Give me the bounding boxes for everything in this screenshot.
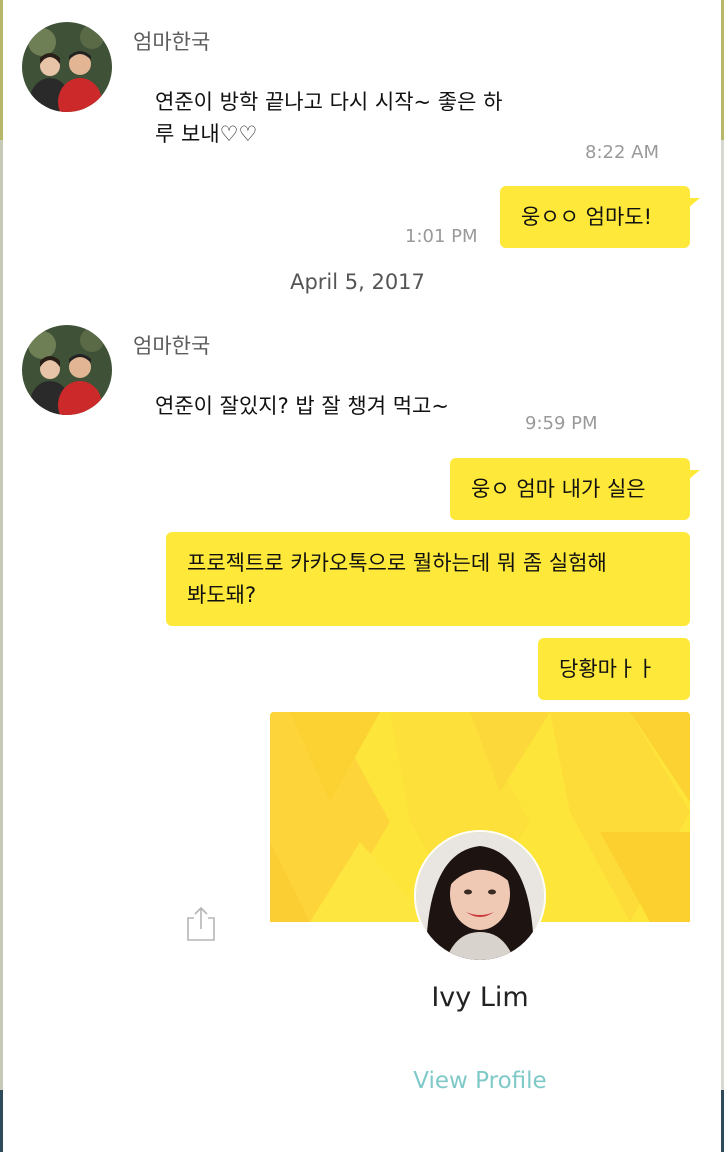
window-edge-left — [0, 0, 3, 1152]
outgoing-message[interactable]: 프로젝트로 카카오톡으로 뭘하는데 뭐 좀 실험해 봐도돼? — [166, 532, 690, 626]
profile-photo-icon — [416, 832, 544, 960]
message-time: 1:01 PM — [405, 226, 478, 247]
message-line: 프로젝트로 카카오톡으로 뭘하는데 뭐 좀 실험해 — [187, 551, 607, 575]
sender-name: 엄마한국 — [133, 334, 211, 358]
view-profile-link[interactable]: View Profile — [270, 1068, 690, 1094]
profile-photo[interactable] — [416, 832, 544, 960]
profile-name: Ivy Lim — [431, 982, 529, 1013]
sender-avatar[interactable] — [22, 22, 112, 112]
sender-name: 엄마한국 — [133, 30, 211, 54]
outgoing-message[interactable]: 당황마ㅏㅏ — [538, 638, 690, 700]
message-line: 루 보내♡♡ — [155, 122, 258, 146]
message-line: 연준이 방학 끝나고 다시 시작~ 좋은 하 — [155, 90, 503, 114]
message-line: 봐도돼? — [187, 583, 257, 607]
outgoing-message[interactable]: 웅ㅇ 엄마 내가 실은 — [450, 458, 700, 520]
avatar-photo-icon — [22, 325, 112, 415]
share-icon — [187, 906, 215, 941]
message-time: 9:59 PM — [525, 413, 598, 434]
incoming-message[interactable]: 연준이 방학 끝나고 다시 시작~ 좋은 하 루 보내♡♡ — [155, 86, 502, 150]
share-button[interactable] — [184, 904, 218, 944]
incoming-message[interactable]: 연준이 잘있지? 밥 잘 챙겨 먹고~ — [155, 390, 449, 422]
sender-avatar[interactable] — [22, 325, 112, 415]
outgoing-message[interactable]: 웅ㅇㅇ 엄마도! — [500, 186, 700, 248]
message-time: 8:22 AM — [585, 142, 659, 163]
avatar-photo-icon — [22, 22, 112, 112]
date-separator: April 5, 2017 — [290, 270, 425, 294]
